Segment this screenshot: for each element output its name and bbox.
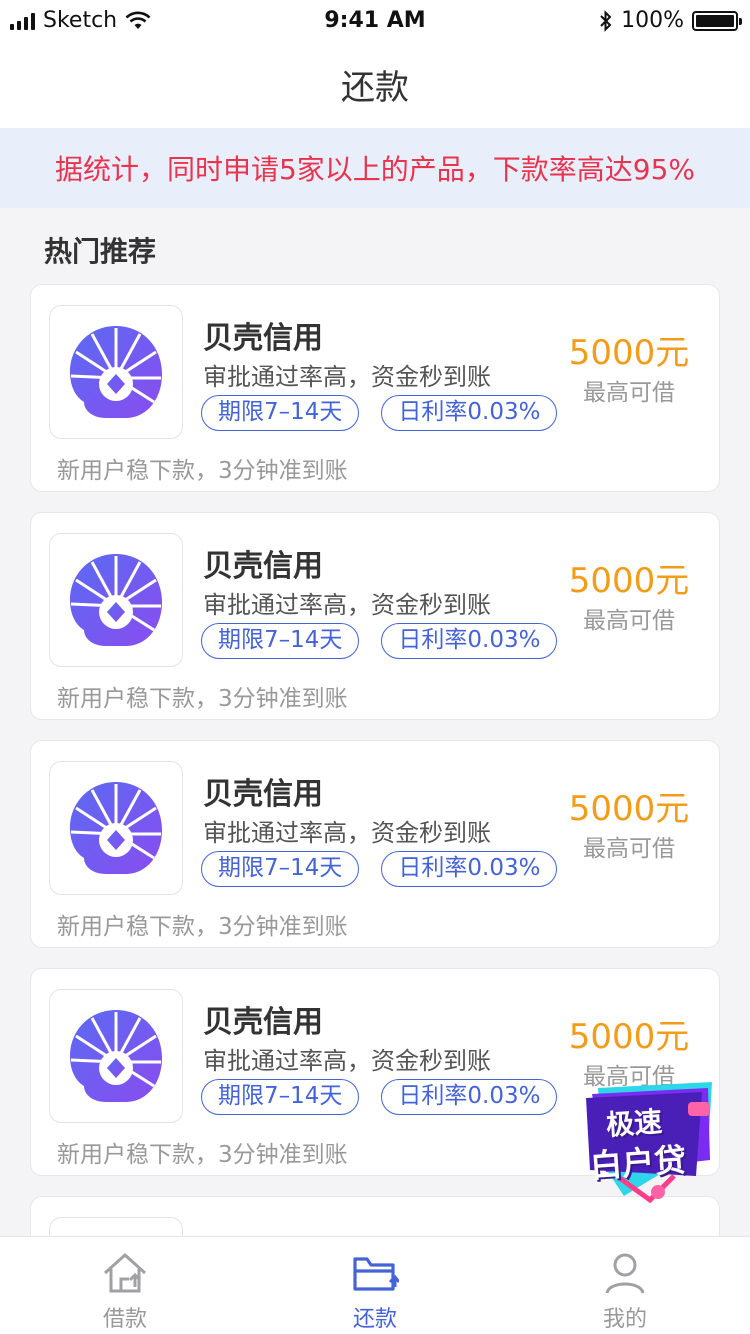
- promo-line2: 白户贷: [588, 1140, 688, 1186]
- product-footer: 新用户稳下款，3分钟准到账: [57, 914, 348, 940]
- tab-bar: 借款 还款 我的: [0, 1236, 750, 1334]
- tag-rate: 日利率0.03%: [381, 1079, 558, 1115]
- product-name: 贝壳信用: [203, 549, 323, 584]
- product-logo: [49, 305, 183, 439]
- status-bar: Sketch 9:41 AM 100%: [0, 0, 750, 40]
- product-name: 贝壳信用: [203, 777, 323, 812]
- home-upload-icon: [103, 1253, 147, 1293]
- shell-logo-icon: [70, 782, 162, 874]
- shell-logo-icon: [70, 554, 162, 646]
- tag-rate: 日利率0.03%: [381, 851, 558, 887]
- product-amount-label: 最高可借: [583, 380, 675, 406]
- bluetooth-icon: [600, 9, 612, 32]
- product-logo: [49, 533, 183, 667]
- battery-label: 100%: [621, 8, 684, 33]
- product-card[interactable]: 贝壳信用 审批通过率高，资金秒到账 期限7–14天 日利率0.03% 5000元…: [30, 284, 720, 492]
- carrier-label: Sketch: [43, 8, 118, 33]
- wallet-icon: [353, 1257, 399, 1291]
- shell-logo-icon: [70, 326, 162, 418]
- shell-logo-icon: [70, 1010, 162, 1102]
- promo-badge[interactable]: 极速 白户贷: [584, 1080, 718, 1204]
- user-icon: [605, 1253, 645, 1294]
- product-desc: 审批通过率高，资金秒到账: [203, 591, 491, 619]
- product-footer: 新用户稳下款，3分钟准到账: [57, 686, 348, 712]
- section-title: 热门推荐: [44, 235, 157, 268]
- tag-term: 期限7–14天: [201, 851, 360, 887]
- status-right: 100%: [599, 8, 742, 33]
- tag-term: 期限7–14天: [201, 1079, 360, 1115]
- product-desc: 审批通过率高，资金秒到账: [203, 363, 491, 391]
- product-footer: 新用户稳下款，3分钟准到账: [57, 458, 348, 484]
- product-card[interactable]: 贝壳信用 审批通过率高，资金秒到账 期限7–14天 日利率0.03% 5000元…: [30, 512, 720, 720]
- product-name: 贝壳信用: [203, 321, 323, 356]
- tag-rate: 日利率0.03%: [381, 395, 558, 431]
- status-left: Sketch: [10, 8, 151, 33]
- product-tags: 期限7–14天 日利率0.03%: [201, 1079, 558, 1115]
- product-amount: 5000元: [568, 789, 690, 829]
- notice-banner: 据统计，同时申请5家以上的产品，下款率高达95%: [0, 128, 750, 208]
- wifi-icon: [125, 11, 151, 29]
- tab-mine-label: 我的: [602, 1307, 647, 1332]
- notice-text: 据统计，同时申请5家以上的产品，下款率高达95%: [54, 153, 696, 186]
- product-amount: 5000元: [568, 333, 690, 373]
- product-desc: 审批通过率高，资金秒到账: [203, 1047, 491, 1075]
- product-desc: 审批通过率高，资金秒到账: [203, 819, 491, 847]
- tab-borrow[interactable]: 借款: [0, 1237, 250, 1334]
- product-amount: 5000元: [568, 1017, 690, 1057]
- tab-borrow-label: 借款: [102, 1307, 147, 1332]
- product-amount: 5000元: [568, 561, 690, 601]
- tab-repay[interactable]: 还款: [250, 1237, 500, 1334]
- product-tags: 期限7–14天 日利率0.03%: [201, 395, 558, 431]
- signal-icon: [10, 12, 35, 30]
- tab-repay-label: 还款: [352, 1307, 397, 1332]
- product-logo: [49, 761, 183, 895]
- product-footer: 新用户稳下款，3分钟准到账: [57, 1142, 348, 1168]
- battery-icon: [692, 10, 742, 31]
- tag-rate: 日利率0.03%: [381, 623, 558, 659]
- page-title: 还款: [341, 67, 409, 108]
- tag-term: 期限7–14天: [201, 395, 360, 431]
- product-amount-label: 最高可借: [583, 836, 675, 862]
- product-logo: [49, 989, 183, 1123]
- product-tags: 期限7–14天 日利率0.03%: [201, 851, 558, 887]
- product-amount-label: 最高可借: [583, 608, 675, 634]
- tag-term: 期限7–14天: [201, 623, 360, 659]
- product-card[interactable]: 贝壳信用 审批通过率高，资金秒到账 期限7–14天 日利率0.03% 5000元…: [30, 740, 720, 948]
- product-tags: 期限7–14天 日利率0.03%: [201, 623, 558, 659]
- nav-bar: 还款: [0, 40, 750, 128]
- product-name: 贝壳信用: [203, 1005, 323, 1040]
- tab-mine[interactable]: 我的: [500, 1237, 750, 1334]
